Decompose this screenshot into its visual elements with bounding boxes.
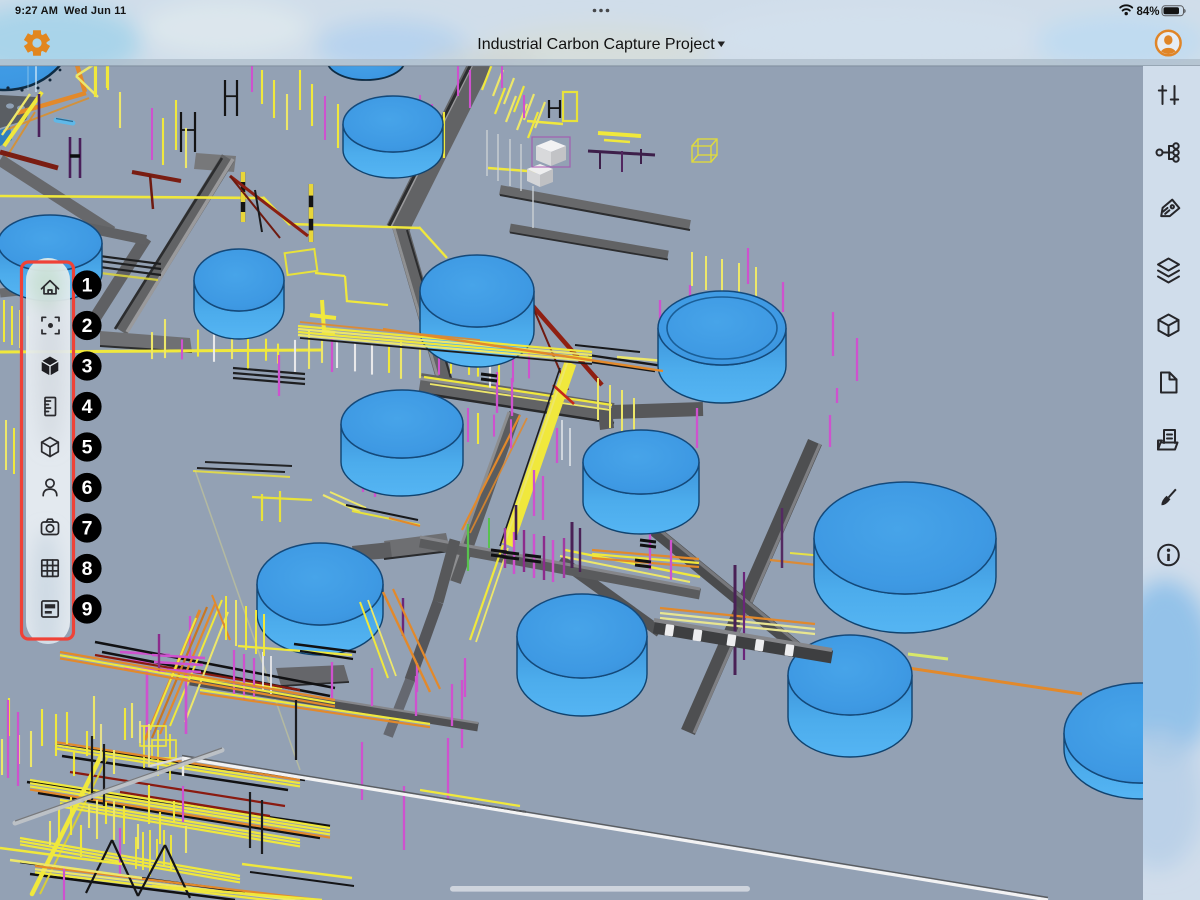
svg-text:9:27 AM: 9:27 AM [15,5,58,17]
svg-text:8: 8 [82,558,93,580]
svg-text:4: 4 [82,396,93,418]
svg-text:7: 7 [82,518,93,540]
svg-text:Wed Jun 11: Wed Jun 11 [64,5,126,17]
svg-text:9: 9 [82,599,93,621]
svg-text:2: 2 [82,315,93,337]
svg-text:5: 5 [82,437,93,459]
svg-text:1: 1 [82,275,93,297]
svg-text:Industrial Carbon Capture Proj: Industrial Carbon Capture Project [477,36,715,53]
svg-text:6: 6 [82,477,93,499]
svg-text:84%: 84% [1137,6,1160,18]
svg-text:3: 3 [82,356,93,378]
